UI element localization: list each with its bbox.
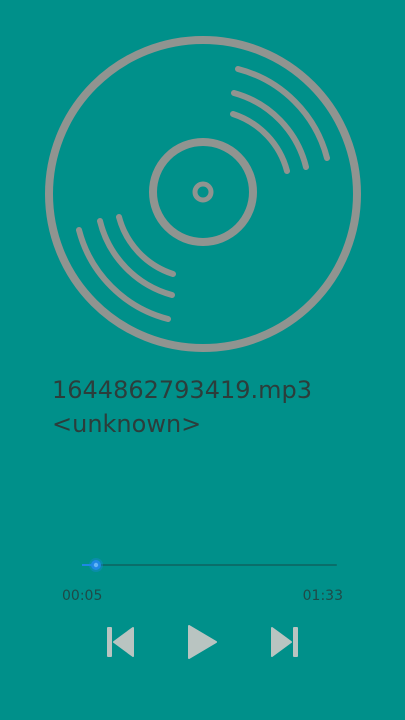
track-artist: <unknown> bbox=[52, 410, 202, 438]
total-time: 01:33 bbox=[302, 588, 343, 604]
play-icon bbox=[188, 625, 217, 659]
previous-button[interactable] bbox=[98, 620, 142, 664]
next-button[interactable] bbox=[263, 620, 307, 664]
vinyl-record-icon bbox=[45, 36, 361, 352]
track-title: 1644862793419.mp3 bbox=[52, 376, 313, 404]
seek-bar[interactable] bbox=[70, 556, 337, 574]
album-art bbox=[42, 33, 364, 355]
play-button[interactable] bbox=[180, 620, 224, 664]
skip-previous-icon bbox=[107, 627, 134, 657]
skip-next-icon bbox=[271, 627, 298, 657]
seek-track[interactable] bbox=[82, 564, 337, 566]
music-player-screen: 1644862793419.mp3 <unknown> 00:05 01:33 bbox=[0, 0, 405, 720]
seek-thumb[interactable] bbox=[88, 557, 104, 573]
elapsed-time: 00:05 bbox=[62, 588, 103, 604]
